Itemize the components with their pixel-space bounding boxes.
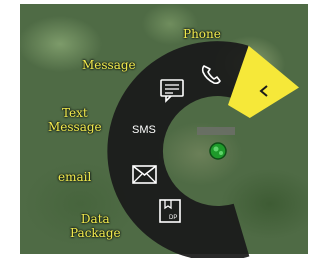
email-label[interactable]: email xyxy=(58,170,91,184)
location-marker-icon[interactable] xyxy=(209,142,227,160)
center-indicator-bar xyxy=(197,127,235,135)
data-package-label[interactable]: Data Package xyxy=(70,212,121,240)
radial-menu-ring xyxy=(107,41,250,258)
message-label[interactable]: Message xyxy=(82,58,136,72)
text-message-label[interactable]: Text Message xyxy=(48,106,102,134)
phone-label[interactable]: Phone xyxy=(183,27,221,41)
svg-text:DP: DP xyxy=(169,215,177,221)
sms-icon[interactable]: SMS xyxy=(132,124,156,136)
phone-icon[interactable] xyxy=(198,62,224,86)
